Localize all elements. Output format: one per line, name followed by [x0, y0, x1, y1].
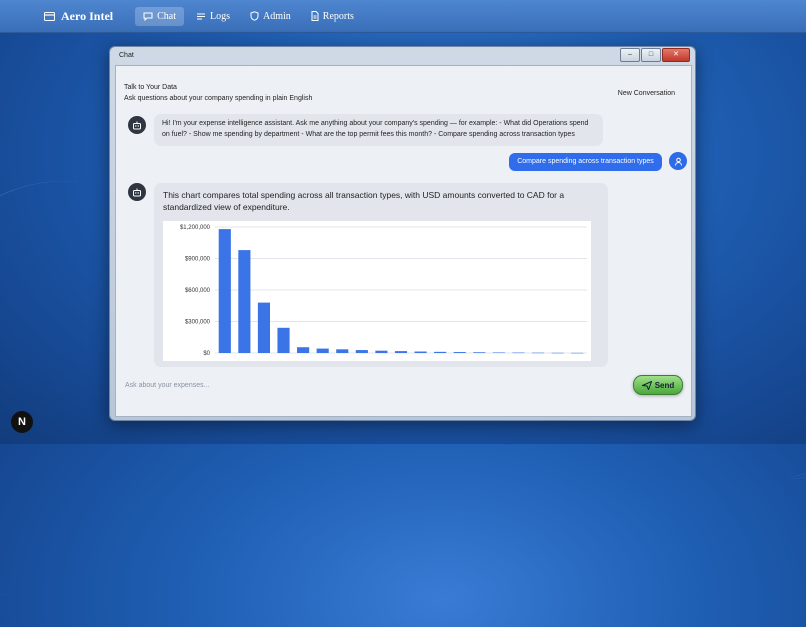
chart-bar: [375, 350, 388, 353]
send-label: Send: [654, 380, 675, 390]
y-tick-label: $300,000: [185, 320, 211, 326]
shield-icon: [250, 11, 259, 21]
nav-logs[interactable]: Logs: [188, 7, 238, 26]
user-avatar: [669, 152, 687, 170]
brand-name: Aero Intel: [61, 8, 114, 23]
chart-bar: [512, 352, 525, 354]
top-navigation: Aero Intel Chat Logs Admin Reports: [0, 0, 806, 33]
user-icon: [674, 157, 682, 166]
chart-bar: [336, 349, 349, 353]
chat-icon: [143, 12, 153, 21]
maximize-button[interactable]: □: [641, 48, 661, 62]
chart-bar: [414, 351, 427, 353]
logs-icon: [197, 13, 205, 19]
robot-icon: [133, 188, 141, 196]
chart-bar: [355, 350, 368, 353]
nav-admin-label: Admin: [263, 10, 291, 22]
chart-bar: [492, 352, 505, 353]
chart-bar: [218, 229, 231, 353]
chart-bar: [316, 348, 329, 353]
brand[interactable]: Aero Intel: [44, 9, 113, 24]
robot-icon: [133, 121, 141, 129]
y-tick-label: $1,200,000: [180, 225, 211, 231]
minimize-button[interactable]: –: [620, 48, 640, 62]
chart-bar: [238, 250, 251, 353]
nav-chat-label: Chat: [157, 10, 176, 22]
page-subtitle: Ask questions about your company spendin…: [124, 95, 313, 102]
bot-avatar: [128, 116, 146, 134]
chart-bar: [297, 347, 310, 353]
user-message: Compare spending across transaction type…: [509, 153, 662, 171]
chart-bar: [277, 327, 290, 353]
y-tick-label: $600,000: [185, 288, 211, 294]
chart-bar: [394, 351, 408, 353]
chart-bar: [434, 351, 447, 353]
response-text: This chart compares total spending acros…: [163, 190, 565, 212]
assistant-response-message: This chart compares total spending acros…: [154, 183, 608, 367]
y-tick-label: $900,000: [185, 257, 211, 263]
new-conversation-button[interactable]: New Conversation: [618, 90, 675, 97]
chat-content: Talk to Your Data Ask questions about yo…: [115, 65, 692, 417]
credit-card-icon: [44, 11, 55, 21]
chart-bar: [473, 352, 486, 353]
chart-bar: [551, 352, 564, 354]
nav-logs-label: Logs: [210, 10, 230, 22]
n-badge[interactable]: N: [11, 411, 33, 433]
nav-reports-label: Reports: [322, 10, 354, 22]
nav-reports[interactable]: Reports: [303, 7, 362, 26]
document-icon: [311, 11, 319, 21]
page-title: Talk to Your Data: [124, 84, 177, 91]
nav-chat[interactable]: Chat: [135, 6, 184, 26]
window-title: Chat: [119, 52, 134, 59]
spending-chart: $0 $300,000 $600,000 $900,000 $1,200,000: [163, 221, 591, 361]
send-icon: [641, 380, 652, 390]
chart-bar: [531, 352, 545, 354]
message-input[interactable]: Ask about your expenses...: [125, 382, 209, 389]
y-tick-label: $0: [203, 351, 210, 357]
chart-bar: [453, 352, 466, 353]
send-button[interactable]: Send: [633, 375, 683, 395]
assistant-greeting-message: Hi! I'm your expense intelligence assist…: [154, 114, 603, 146]
window-titlebar[interactable]: Chat – □ ✕: [110, 47, 695, 65]
bar-chart: $0 $300,000 $600,000 $900,000 $1,200,000: [180, 225, 587, 357]
bot-avatar: [128, 183, 146, 201]
nav-admin[interactable]: Admin: [242, 7, 299, 26]
close-button[interactable]: ✕: [662, 48, 690, 62]
chart-bar: [571, 352, 584, 354]
chat-window: Chat – □ ✕ Talk to Your Data Ask questio…: [109, 46, 696, 421]
chart-bar: [257, 302, 271, 353]
